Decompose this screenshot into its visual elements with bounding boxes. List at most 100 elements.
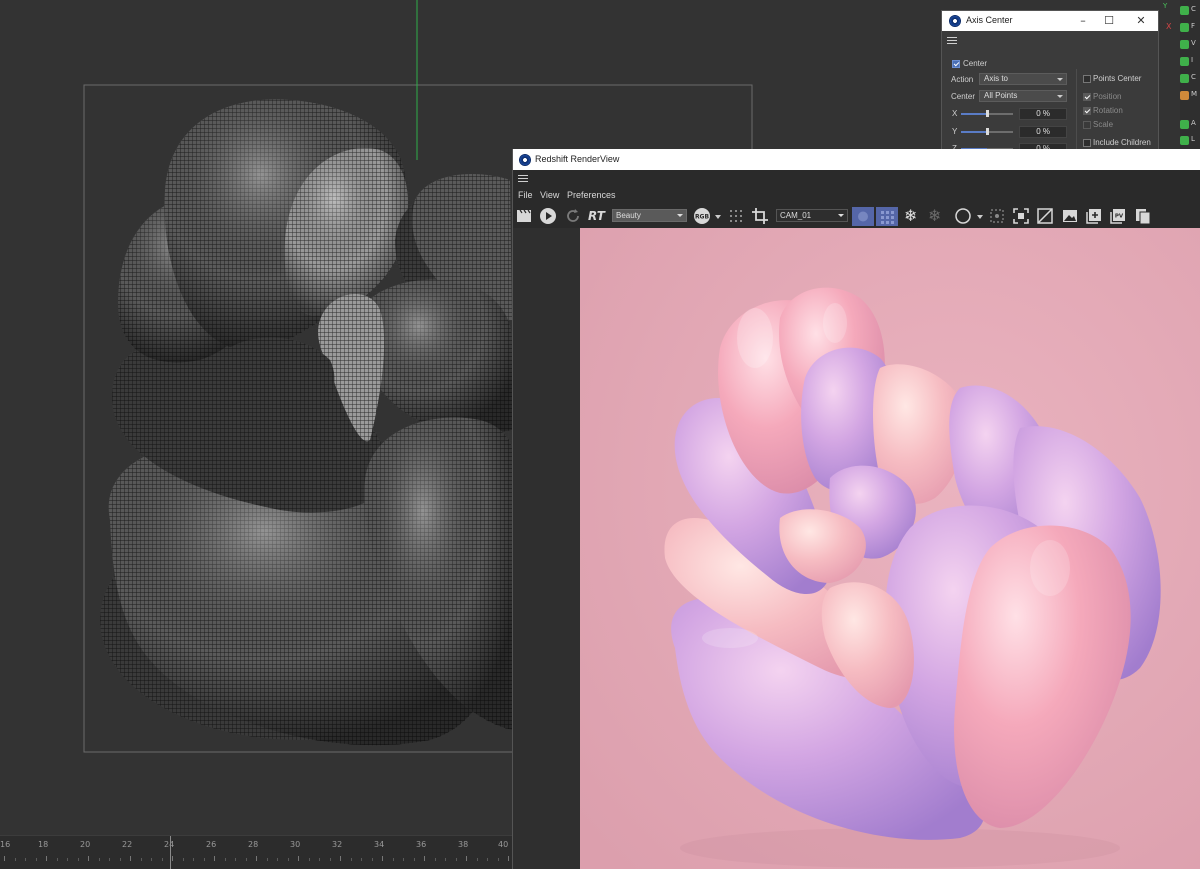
bucket-toggle[interactable] [876, 207, 898, 226]
timeline-tick [424, 856, 425, 861]
action-label: Action [951, 75, 974, 84]
hamburger-menu-icon[interactable] [518, 175, 528, 184]
redshift-renderview-window[interactable]: Redshift RenderView File View Preference… [512, 149, 1200, 869]
x-slider-knob[interactable] [986, 110, 989, 117]
fit-frame-icon[interactable] [1012, 207, 1030, 225]
renderview-toolbar: RT Beauty RGB CAM_01 ❄ ❄ PV [513, 204, 1200, 228]
y-value-field[interactable]: 0 % [1019, 126, 1067, 138]
rotation-checkbox[interactable] [1083, 107, 1091, 115]
object-label: L [1191, 135, 1195, 143]
object-icon [1180, 120, 1189, 129]
timeline-tick [413, 858, 415, 861]
timeline-tick [434, 858, 436, 861]
add-snapshot-icon[interactable] [1085, 207, 1103, 225]
timeline-tick [350, 858, 352, 861]
object-label: I [1191, 56, 1194, 64]
chevron-down-icon[interactable] [715, 215, 721, 219]
object-item[interactable]: I [1180, 55, 1200, 69]
region-icon[interactable] [988, 207, 1006, 225]
timeline-tick [508, 856, 509, 861]
snowflake-disabled-icon[interactable]: ❄ [928, 207, 941, 225]
timeline-tick [298, 856, 299, 861]
menu-preferences[interactable]: Preferences [567, 190, 616, 200]
chevron-down-icon [838, 214, 844, 217]
chevron-down-icon[interactable] [977, 215, 983, 219]
include-children-checkbox[interactable] [1083, 139, 1091, 147]
timeline-ruler[interactable]: 16 18 20 22 24 26 28 30 32 34 36 38 40 [0, 835, 512, 869]
center-checkbox[interactable] [952, 60, 960, 68]
window-title: Redshift RenderView [535, 154, 620, 164]
object-item[interactable]: M [1180, 89, 1200, 103]
position-checkbox[interactable] [1083, 93, 1091, 101]
axis-center-titlebar[interactable]: Axis Center – ☐ ✕ [942, 11, 1158, 31]
copy-icon[interactable] [1134, 207, 1152, 225]
pv-text: PV [1115, 214, 1124, 220]
object-label: C [1191, 5, 1196, 13]
object-item[interactable]: F [1180, 21, 1200, 35]
compare-icon[interactable] [1036, 207, 1054, 225]
render-output-canvas[interactable] [580, 228, 1200, 869]
timeline-tick [245, 858, 247, 861]
close-icon[interactable]: ✕ [1134, 14, 1148, 28]
crop-icon[interactable] [751, 207, 769, 225]
renderview-menubar: File View Preferences [513, 188, 1200, 204]
bucket-grid-icon[interactable] [727, 207, 745, 225]
timeline-tick [235, 858, 236, 861]
y-slider-knob[interactable] [986, 128, 989, 135]
timeline-tick [308, 858, 310, 861]
tick-label: 26 [206, 840, 217, 849]
snowflake-icon[interactable]: ❄ [904, 207, 917, 225]
tick-label: 30 [290, 840, 301, 849]
y-label: Y [952, 127, 958, 136]
image-icon[interactable] [1061, 207, 1079, 225]
axis-label-y: Y [1163, 2, 1168, 10]
renderview-titlebar[interactable]: Redshift RenderView [513, 149, 1200, 170]
rgb-channel-icon[interactable]: RGB [693, 207, 711, 225]
play-render-icon[interactable] [539, 207, 557, 225]
chevron-down-icon [677, 214, 683, 217]
rt-toggle[interactable]: RT [588, 209, 605, 223]
timeline-tick [67, 858, 68, 861]
x-value-field[interactable]: 0 % [1019, 108, 1067, 120]
object-item[interactable]: A [1180, 118, 1200, 132]
points-center-label: Points Center [1093, 74, 1142, 83]
object-icon [1180, 91, 1189, 100]
refresh-icon[interactable] [564, 207, 582, 225]
axis-label-x: X [1166, 22, 1172, 31]
focus-toggle[interactable] [852, 207, 874, 226]
object-item[interactable]: C [1180, 4, 1200, 18]
center-field-label: Center [951, 92, 976, 101]
timeline-tick [119, 858, 121, 861]
playhead[interactable] [170, 836, 171, 869]
menu-view[interactable]: View [540, 190, 559, 200]
circle-mask-icon[interactable] [954, 207, 972, 225]
object-item[interactable]: V [1180, 38, 1200, 52]
object-item[interactable]: L [1180, 134, 1200, 148]
menu-file[interactable]: File [518, 190, 533, 200]
picture-viewer-icon[interactable]: PV [1109, 207, 1127, 225]
axis-center-window[interactable]: Axis Center – ☐ ✕ Center Action Axis to … [941, 10, 1159, 150]
center-dropdown[interactable]: All Points [979, 90, 1067, 102]
timeline-tick [256, 856, 257, 861]
timeline-tick [319, 858, 320, 861]
timeline-tick [88, 856, 89, 861]
object-item[interactable]: C [1180, 72, 1200, 86]
scale-checkbox[interactable] [1083, 121, 1091, 129]
object-icon [1180, 23, 1189, 32]
timeline-tick [392, 858, 394, 861]
tick-label: 40 [498, 840, 509, 849]
hamburger-menu-icon[interactable] [947, 37, 957, 46]
clapperboard-icon[interactable] [515, 207, 533, 225]
timeline-tick [340, 856, 341, 861]
minimize-icon[interactable]: – [1076, 14, 1090, 28]
aov-dropdown[interactable]: Beauty [612, 209, 687, 222]
timeline-tick [266, 858, 268, 861]
points-center-checkbox[interactable] [1083, 75, 1091, 83]
timeline-tick [203, 858, 205, 861]
object-icon [1180, 57, 1189, 66]
timeline-tick [25, 858, 26, 861]
action-dropdown[interactable]: Axis to [979, 73, 1067, 85]
separator [1076, 69, 1077, 149]
camera-dropdown[interactable]: CAM_01 [776, 209, 848, 222]
maximize-icon[interactable]: ☐ [1102, 14, 1116, 28]
